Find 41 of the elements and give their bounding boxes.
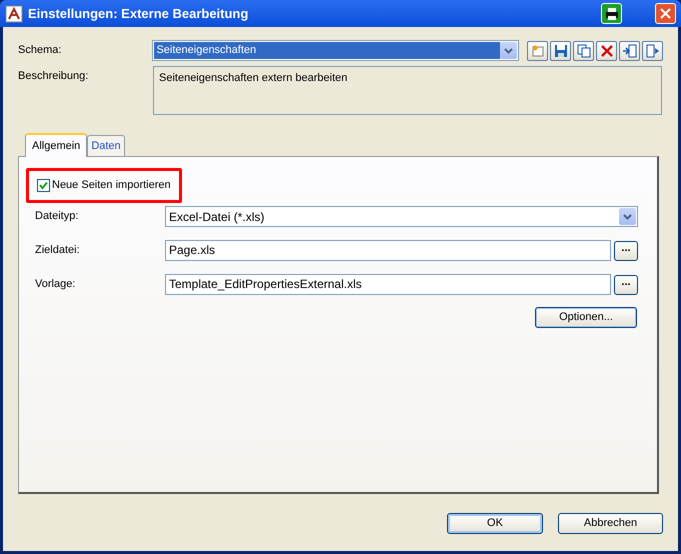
- close-button[interactable]: [655, 3, 676, 24]
- printer-button[interactable]: [601, 3, 622, 24]
- browse-button[interactable]: ...: [614, 240, 638, 260]
- new-icon: [530, 42, 546, 58]
- window-title: Einstellungen: Externe Bearbeitung: [28, 4, 250, 23]
- field-label: Vorlage:: [35, 277, 76, 292]
- description-label: Beschreibung:: [18, 69, 90, 84]
- schema-dropdown[interactable]: Seiteneigenschaften: [152, 40, 519, 61]
- browse-button[interactable]: ...: [614, 274, 638, 294]
- import-button[interactable]: [619, 40, 640, 60]
- schema-label: Schema:: [18, 43, 62, 58]
- new-button[interactable]: [527, 40, 548, 60]
- save-button[interactable]: [550, 40, 571, 60]
- field-label: Zieldatei:: [35, 243, 81, 258]
- options-button[interactable]: Optionen...: [535, 306, 637, 328]
- file-path-field[interactable]: Page.xls: [165, 240, 611, 261]
- file-path-field[interactable]: Template_EditPropertiesExternal.xls: [165, 274, 611, 295]
- export-icon: [644, 42, 660, 58]
- delete-button[interactable]: [596, 40, 617, 60]
- tab[interactable]: Daten: [87, 135, 125, 156]
- caret-icon: [504, 48, 513, 54]
- save-icon: [552, 42, 568, 58]
- description-field[interactable]: Seiteneigenschaften extern bearbeiten: [153, 66, 662, 115]
- dialog-button[interactable]: OK: [447, 513, 543, 534]
- file-type-dropdown[interactable]: Excel-Datei (*.xls): [165, 206, 638, 227]
- copy-button[interactable]: [573, 40, 594, 60]
- dropdown-button[interactable]: [500, 42, 517, 59]
- import-icon: [622, 42, 638, 58]
- printer-icon: [604, 6, 618, 20]
- delete-icon: [598, 42, 614, 58]
- copy-icon: [576, 42, 592, 58]
- field-label: Dateityp:: [35, 209, 80, 224]
- tab[interactable]: Allgemein: [25, 133, 88, 157]
- caret-icon: [623, 214, 632, 220]
- close-icon: [660, 8, 671, 19]
- app-icon: [5, 4, 23, 22]
- dialog-button[interactable]: Abbrechen: [558, 513, 663, 534]
- check-icon: [39, 180, 48, 190]
- dropdown-button[interactable]: [619, 208, 636, 225]
- import-checkbox[interactable]: Neue Seiten importieren: [37, 177, 171, 194]
- export-button[interactable]: [642, 40, 663, 60]
